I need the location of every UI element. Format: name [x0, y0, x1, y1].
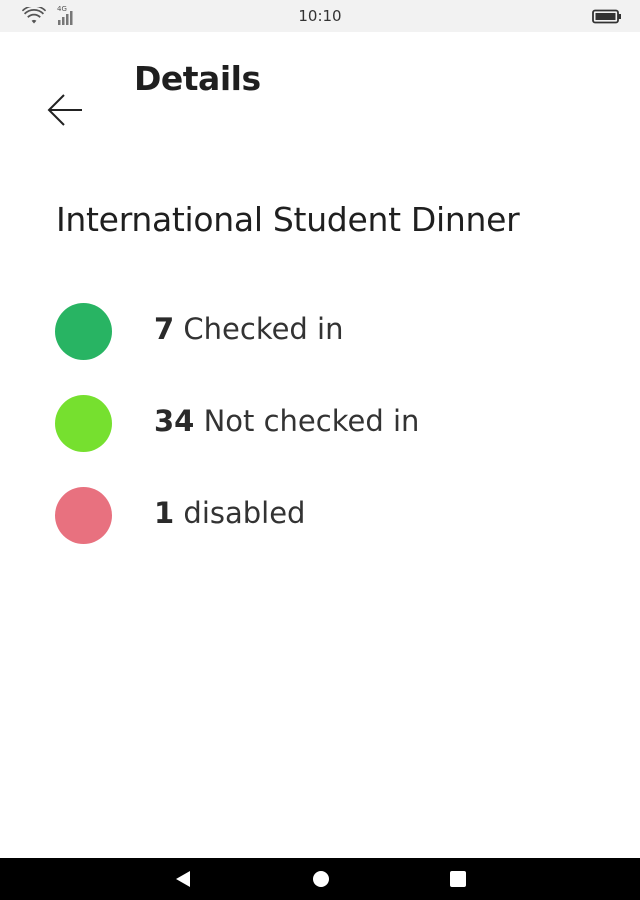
checked-in-count: 7: [154, 312, 175, 346]
not-checked-in-dot: [55, 395, 112, 452]
status-bar: 4G 10:10: [0, 0, 640, 32]
legend-label: 1 disabled: [154, 496, 305, 530]
page-title: Details: [134, 59, 261, 98]
system-nav-bar: [0, 858, 640, 900]
battery-icon: [592, 9, 621, 24]
checked-in-dot: [55, 303, 112, 360]
list-item-not-checked-in: 34 Not checked in: [0, 392, 640, 484]
checkin-summary-list: 7 Checked in 34 Not checked in 1 disable…: [0, 300, 640, 576]
disabled-count: 1: [154, 496, 175, 530]
disabled-label: disabled: [174, 496, 306, 530]
nav-home-icon[interactable]: [310, 868, 332, 890]
checked-in-label: Checked in: [174, 312, 344, 346]
details-screen: 4G 10:10 Details International Student D…: [0, 0, 640, 900]
app-header: [0, 32, 640, 142]
nav-back-icon[interactable]: [172, 868, 194, 890]
not-checked-in-count: 34: [154, 404, 195, 438]
list-item-disabled: 1 disabled: [0, 484, 640, 576]
clock: 10:10: [298, 7, 342, 25]
not-checked-in-label: Not checked in: [194, 404, 420, 438]
event-name: International Student Dinner: [56, 200, 520, 239]
back-button[interactable]: [40, 90, 88, 130]
nav-recents-icon[interactable]: [447, 868, 469, 890]
disabled-dot: [55, 487, 112, 544]
legend-label: 7 Checked in: [154, 312, 344, 346]
list-item-checked-in: 7 Checked in: [0, 300, 640, 392]
arrow-left-icon: [47, 94, 82, 126]
legend-label: 34 Not checked in: [154, 404, 419, 438]
